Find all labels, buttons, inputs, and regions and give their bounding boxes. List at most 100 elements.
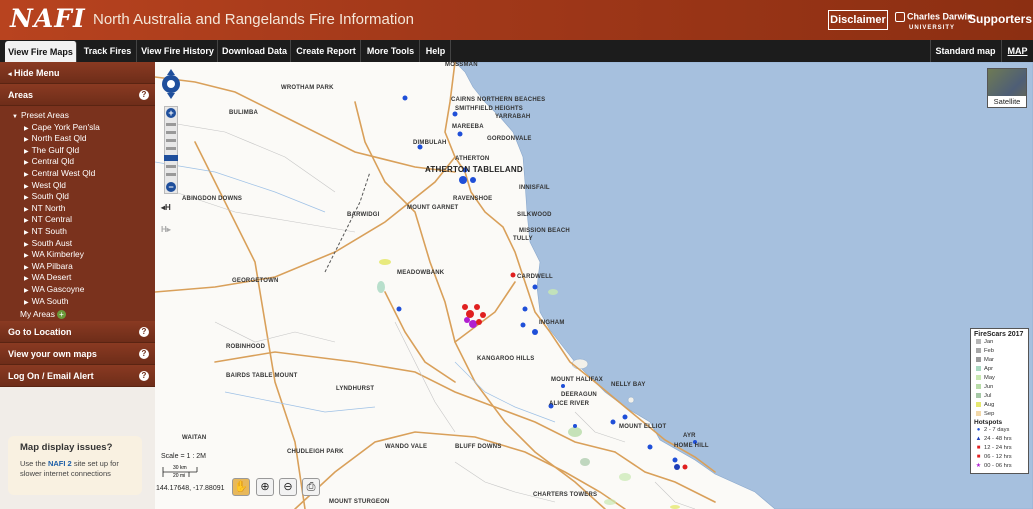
area-item-label: Central Qld (31, 156, 74, 167)
log-on-header[interactable]: Log On / Email Alert ? (0, 365, 155, 387)
tab-create-report[interactable]: Create Report (292, 40, 361, 62)
disclaimer-button[interactable]: Disclaimer (828, 10, 888, 30)
view-your-own-maps-header[interactable]: View your own maps ? (0, 343, 155, 365)
zoom-thumb[interactable] (164, 155, 178, 161)
place-label: WROTHAM PARK (281, 85, 334, 91)
area-item[interactable]: ▶ South Aust (0, 238, 155, 250)
area-item[interactable]: ▶ WA Gascoyne (0, 284, 155, 296)
area-item[interactable]: ▶ NT Central (0, 214, 155, 226)
site-title: North Australia and Rangelands Fire Info… (93, 11, 415, 28)
hotspot-symbol-icon: ★ (975, 463, 982, 469)
help-icon[interactable]: ? (139, 349, 149, 359)
place-label: SMITHFIELD HEIGHTS (455, 106, 523, 112)
zoom-tick[interactable] (166, 131, 176, 134)
go-to-location-header[interactable]: Go to Location ? (0, 321, 155, 343)
tab-more-tools[interactable]: More Tools (362, 40, 420, 62)
area-item[interactable]: ▶ South Qld (0, 191, 155, 203)
nafi-logo[interactable]: NAFI (10, 4, 86, 33)
area-item[interactable]: ▶ Central West Qld (0, 168, 155, 180)
legend-month-label: Feb (984, 348, 994, 354)
tab-view-fire-maps[interactable]: View Fire Maps (5, 41, 77, 62)
area-item-label: NT South (31, 225, 67, 236)
area-item[interactable]: ▶ WA Kimberley (0, 249, 155, 261)
legend-month-item: Apr (974, 365, 1025, 374)
legend-month-label: Jan (984, 339, 994, 345)
satellite-toggle[interactable]: Satellite (987, 68, 1027, 108)
zoom-out-tool-button[interactable]: ⊖ (279, 478, 297, 496)
area-item[interactable]: ▶ West Qld (0, 180, 155, 192)
zoom-tick[interactable] (166, 165, 176, 168)
map-canvas[interactable]: MOSSMAN CAIRNS NORTHERN BEACHES SMITHFIE… (155, 62, 1033, 509)
legend-month-item: Aug (974, 401, 1025, 410)
tab-download-data[interactable]: Download Data (219, 40, 291, 62)
area-item[interactable]: ▶ The Gulf Qld (0, 145, 155, 157)
help-icon[interactable]: ? (139, 90, 149, 100)
zoom-tick[interactable] (166, 147, 176, 150)
tab-view-fire-history[interactable]: View Fire History (138, 40, 218, 62)
area-item[interactable]: ▶ NT North (0, 203, 155, 215)
area-item[interactable]: ▶ Cape York Pen'sla (0, 122, 155, 134)
area-item[interactable]: ▶ North East Qld (0, 133, 155, 145)
zoom-tick[interactable] (166, 123, 176, 126)
history-forward-button[interactable]: H▸ (161, 225, 179, 237)
legend-swatch (976, 383, 981, 389)
my-areas-label: My Areas (20, 309, 55, 320)
area-item[interactable]: ▶ Central Qld (0, 156, 155, 168)
standard-map-toggle[interactable]: Standard map (930, 40, 1000, 62)
main-nav: View Fire Maps Track Fires View Fire His… (0, 40, 1033, 62)
tab-track-fires[interactable]: Track Fires (79, 40, 137, 62)
legend-hotspot-item: ■ 06 - 12 hrs (974, 453, 1025, 462)
zoom-tick[interactable] (166, 139, 176, 142)
legend-hotspot-label: 24 - 48 hrs (984, 436, 1012, 442)
map-display-note: Map display issues? Use the NAFI 2 site … (8, 436, 142, 495)
preset-areas-toggle[interactable]: ▼ Preset Areas (0, 110, 155, 122)
tab-help[interactable]: Help (421, 40, 451, 62)
add-icon[interactable]: + (56, 310, 66, 320)
help-icon[interactable]: ? (139, 371, 149, 381)
area-item-label: NT Central (31, 214, 72, 225)
map-basemap (155, 62, 1033, 509)
hand-icon: ✋ (234, 481, 248, 493)
app: NAFI North Australia and Rangelands Fire… (0, 0, 1033, 509)
place-label: SILKWOOD (517, 212, 552, 218)
area-item[interactable]: ▶ WA Desert (0, 272, 155, 284)
hotspot-symbol-icon: ■ (976, 454, 981, 460)
place-label: CHARTERS TOWERS (533, 492, 598, 498)
hotspots-title: Hotspots (974, 419, 1003, 426)
legend-month-label: Mar (984, 357, 994, 363)
hide-menu-button[interactable]: ◂ Hide Menu (0, 62, 155, 84)
place-label: TULLY (513, 236, 533, 242)
zoom-out-button[interactable]: − (166, 182, 176, 192)
legend-hotspots: ● 2 - 7 days ▲ 24 - 48 hrs ■ 12 - 24 hrs ■ 06 -… (974, 426, 1025, 471)
nafi2-link[interactable]: NAFI 2 (48, 459, 72, 468)
place-label: LYNDHURST (336, 386, 375, 392)
place-label: CARDWELL (517, 274, 553, 280)
zoom-tick[interactable] (166, 173, 176, 176)
header: NAFI North Australia and Rangelands Fire… (0, 0, 1033, 40)
legend-swatch (976, 410, 981, 416)
area-item[interactable]: ▶ NT South (0, 226, 155, 238)
areas-header[interactable]: Areas ? (0, 84, 155, 106)
place-label: BAIRDS TABLE MOUNT (226, 373, 298, 379)
zoom-in-button[interactable]: + (166, 108, 176, 118)
place-label: DIMBULAH (413, 140, 447, 146)
preset-areas-label: Preset Areas (20, 110, 69, 120)
area-item[interactable]: ▶ WA Pilbara (0, 261, 155, 273)
print-button[interactable]: ⎙ (302, 478, 320, 496)
zoom-slider[interactable]: + − (164, 106, 178, 194)
railway (324, 171, 371, 273)
zoom-in-tool-button[interactable]: ⊕ (256, 478, 274, 496)
cdu-logo[interactable]: Charles Darwin UNIVERSITY (895, 12, 973, 33)
pan-control-icon[interactable] (161, 68, 181, 100)
history-back-button[interactable]: ◂H (161, 203, 179, 215)
legend-month-label: Aug (984, 402, 995, 408)
supporters-link[interactable]: Supporters (968, 12, 1032, 26)
place-label: KANGAROO HILLS (477, 356, 535, 362)
my-areas-item[interactable]: My Areas + (0, 309, 155, 321)
legend-month-label: Apr (984, 366, 994, 372)
help-icon[interactable]: ? (139, 327, 149, 337)
area-item[interactable]: ▶ WA South (0, 296, 155, 308)
pan-tool-button[interactable]: ✋ (232, 478, 250, 496)
map-button[interactable]: MAP (1001, 40, 1033, 62)
place-label: YARRABAH (495, 114, 531, 120)
